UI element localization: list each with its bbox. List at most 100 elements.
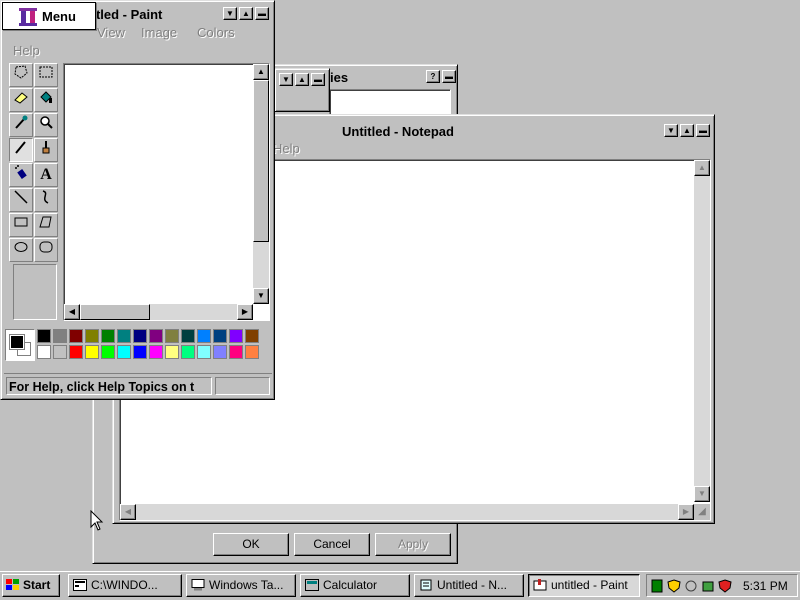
minimize-button[interactable]: ▼ [223, 7, 237, 20]
palette-swatch[interactable] [53, 329, 67, 343]
minimize-button[interactable]: ▼ [664, 124, 678, 137]
menu-help[interactable]: Help [13, 43, 40, 58]
text-tool-icon[interactable]: A [34, 163, 58, 187]
scroll-down-button[interactable]: ▼ [253, 288, 269, 304]
update-icon[interactable] [701, 579, 715, 593]
task-windows-taskmgr[interactable]: Windows Ta... [186, 574, 296, 597]
scroll-thumb[interactable] [80, 304, 150, 320]
palette-swatch[interactable] [197, 329, 211, 343]
menu-view[interactable]: View [97, 25, 125, 40]
polygon-tool-icon[interactable] [34, 213, 58, 237]
palette-swatch[interactable] [149, 329, 163, 343]
palette-swatch[interactable] [69, 329, 83, 343]
status-bar: For Help, click Help Topics on t [4, 373, 272, 397]
task-notepad[interactable]: Untitled - N... [414, 574, 524, 597]
line-tool-icon[interactable] [9, 188, 33, 212]
paint-canvas[interactable]: ▲ ▼ ◀ ▶ [63, 63, 270, 321]
palette-swatch[interactable] [85, 345, 99, 359]
color-picker-tool-icon[interactable] [9, 113, 33, 137]
shield-icon[interactable] [667, 579, 681, 593]
menu-label: Menu [42, 9, 76, 24]
horizontal-scrollbar[interactable]: ◀ ▶ [120, 504, 694, 520]
vertical-scrollbar[interactable]: ▲ ▼ [253, 64, 269, 304]
menu-button[interactable]: Menu [2, 2, 96, 30]
apply-button[interactable]: Apply [375, 533, 451, 556]
palette-swatch[interactable] [85, 329, 99, 343]
palette-swatch[interactable] [37, 345, 51, 359]
color-selection-box[interactable] [5, 329, 35, 361]
palette-swatch[interactable] [181, 345, 195, 359]
fill-tool-icon[interactable] [34, 88, 58, 112]
network-icon[interactable] [650, 579, 664, 593]
palette-swatch[interactable] [165, 345, 179, 359]
speaker-icon[interactable] [684, 579, 698, 593]
palette-swatch[interactable] [101, 345, 115, 359]
horizontal-scrollbar[interactable]: ◀ ▶ [64, 304, 253, 320]
maximize-button[interactable]: ▲ [295, 73, 309, 86]
ellipse-tool-icon[interactable] [9, 238, 33, 262]
clock[interactable]: 5:31 PM [743, 579, 788, 593]
maximize-button[interactable]: ▲ [680, 124, 694, 137]
task-calculator[interactable]: Calculator [300, 574, 410, 597]
start-button[interactable]: Start [2, 574, 60, 597]
palette-swatch[interactable] [245, 329, 259, 343]
close-button[interactable]: ▬ [696, 124, 710, 137]
palette-swatch[interactable] [101, 329, 115, 343]
security-icon[interactable] [718, 579, 732, 593]
maximize-button[interactable]: ▲ [239, 7, 253, 20]
tool-options-box[interactable] [13, 264, 57, 320]
resize-grip-icon[interactable]: ◢ [694, 504, 710, 520]
ok-button[interactable]: OK [213, 533, 289, 556]
menu-colors[interactable]: Colors [197, 25, 235, 40]
close-button[interactable]: ▬ [442, 70, 456, 83]
palette-swatch[interactable] [229, 345, 243, 359]
scroll-left-button[interactable]: ◀ [120, 504, 136, 520]
palette-swatch[interactable] [165, 329, 179, 343]
palette-swatch[interactable] [181, 329, 195, 343]
palette-swatch[interactable] [133, 329, 147, 343]
menu-help[interactable]: Help [273, 141, 300, 156]
palette-swatch[interactable] [213, 329, 227, 343]
palette-swatch[interactable] [245, 345, 259, 359]
cancel-button[interactable]: Cancel [294, 533, 370, 556]
magnifier-tool-icon[interactable] [34, 113, 58, 137]
rect-select-tool-icon[interactable] [34, 63, 58, 87]
palette-swatch[interactable] [37, 329, 51, 343]
menu-image[interactable]: Image [141, 25, 177, 40]
scroll-right-button[interactable]: ▶ [678, 504, 694, 520]
rectangle-tool-icon[interactable] [9, 213, 33, 237]
brush-tool-icon[interactable] [34, 138, 58, 162]
scroll-up-button[interactable]: ▲ [253, 64, 269, 80]
curve-tool-icon[interactable] [34, 188, 58, 212]
airbrush-tool-icon[interactable] [9, 163, 33, 187]
palette-swatch[interactable] [133, 345, 147, 359]
console-icon [73, 579, 87, 591]
palette-swatch[interactable] [53, 345, 67, 359]
scroll-down-button[interactable]: ▼ [694, 486, 710, 502]
inner-window-fragment: ▼ ▲ ▬ [274, 68, 330, 112]
rounded-rect-tool-icon[interactable] [34, 238, 58, 262]
palette-swatch[interactable] [117, 329, 131, 343]
close-button[interactable]: ▬ [311, 73, 325, 86]
help-button[interactable]: ? [426, 70, 440, 83]
task-label: C:\WINDO... [91, 578, 158, 592]
palette-swatch[interactable] [213, 345, 227, 359]
palette-swatch[interactable] [229, 329, 243, 343]
palette-swatch[interactable] [149, 345, 163, 359]
task-console[interactable]: C:\WINDO... [68, 574, 182, 597]
pencil-tool-icon[interactable] [9, 138, 33, 162]
vertical-scrollbar[interactable]: ▲ ▼ [694, 160, 710, 502]
palette-swatch[interactable] [117, 345, 131, 359]
palette-swatch[interactable] [69, 345, 83, 359]
scroll-right-button[interactable]: ▶ [237, 304, 253, 320]
scroll-left-button[interactable]: ◀ [64, 304, 80, 320]
free-select-tool-icon[interactable] [9, 63, 33, 87]
minimize-button[interactable]: ▼ [279, 73, 293, 86]
task-paint[interactable]: untitled - Paint [528, 574, 640, 597]
eraser-tool-icon[interactable] [9, 88, 33, 112]
scroll-thumb[interactable] [253, 80, 269, 242]
close-button[interactable]: ▬ [255, 7, 269, 20]
palette-swatch[interactable] [197, 345, 211, 359]
scroll-up-button[interactable]: ▲ [694, 160, 710, 176]
task-label: Windows Ta... [209, 578, 284, 592]
